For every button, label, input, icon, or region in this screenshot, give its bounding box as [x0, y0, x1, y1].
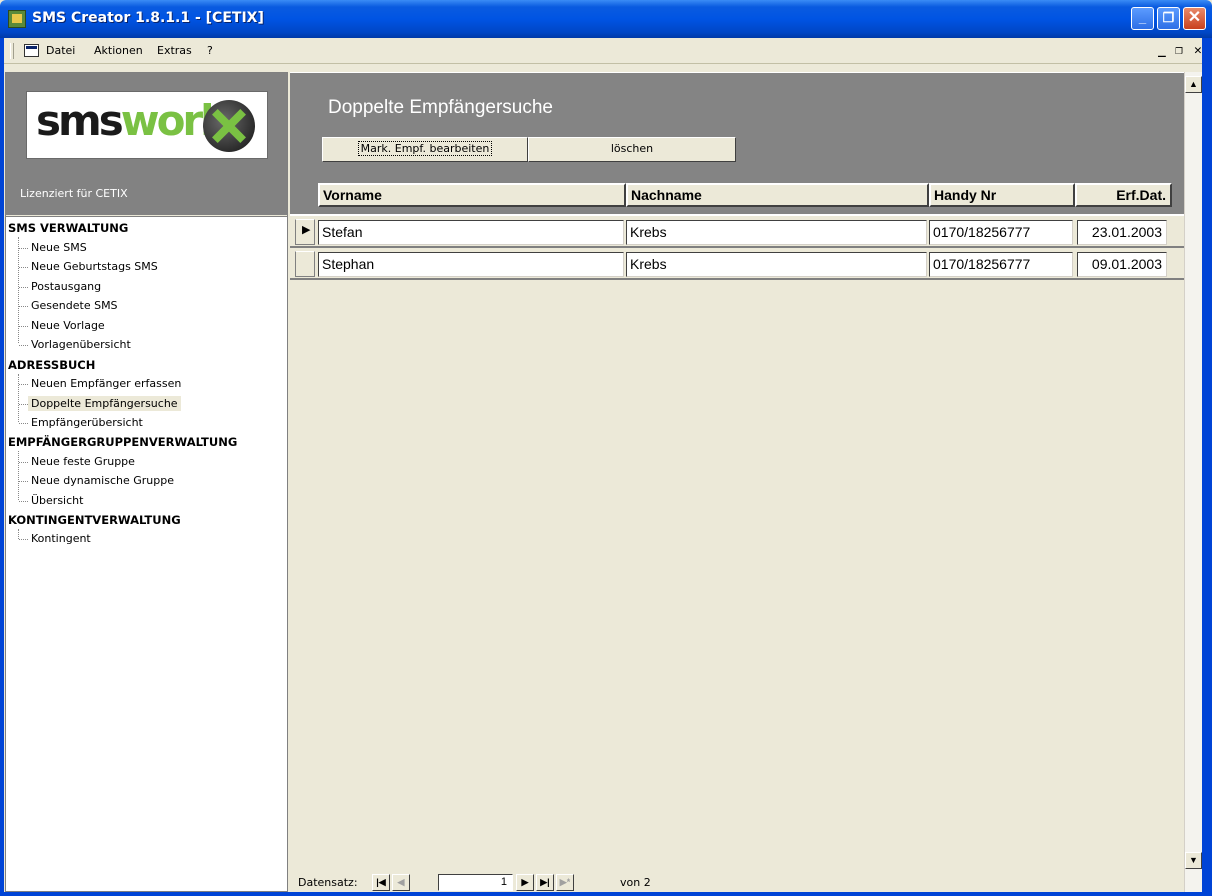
main-panel: Doppelte Empfängersuche Mark. Empf. bear…: [290, 72, 1184, 893]
column-header-vorname[interactable]: Vorname: [318, 183, 626, 207]
tree-item-neue-vorlage[interactable]: Neue Vorlage: [28, 318, 108, 333]
record-selector[interactable]: ▶: [295, 219, 315, 245]
mdi-minimize-button[interactable]: _: [1158, 43, 1166, 58]
first-record-button[interactable]: |◀: [372, 874, 390, 891]
new-record-button[interactable]: ▶*: [556, 874, 574, 891]
tree-item-vorlagenuebersicht[interactable]: Vorlagenübersicht: [28, 337, 134, 352]
menu-extras[interactable]: Extras: [157, 44, 192, 57]
menu-help[interactable]: ?: [207, 44, 213, 57]
tree-item-postausgang[interactable]: Postausgang: [28, 279, 104, 294]
record-count: von 2: [620, 876, 651, 889]
tree-item-neue-dynamische-gruppe[interactable]: Neue dynamische Gruppe: [28, 473, 177, 488]
cell-erfdat[interactable]: 09.01.2003: [1077, 252, 1167, 277]
cell-handy[interactable]: 0170/18256777: [929, 220, 1073, 245]
menu-datei[interactable]: Datei: [46, 44, 75, 57]
maximize-button[interactable]: ❐: [1157, 7, 1180, 30]
column-header-nachname[interactable]: Nachname: [626, 183, 929, 207]
mdi-restore-button[interactable]: ❐: [1175, 43, 1183, 58]
nav-header: smswork Lizenziert für CETIX: [6, 73, 287, 215]
menu-aktionen[interactable]: Aktionen: [94, 44, 143, 57]
tree-section-sms-verwaltung[interactable]: SMS VERWALTUNG: [8, 221, 128, 235]
table-row: Stephan Krebs 0170/18256777 09.01.2003: [290, 248, 1184, 280]
license-label: Lizenziert für CETIX: [20, 187, 128, 200]
logo-text: smswork: [36, 96, 228, 145]
vertical-scrollbar[interactable]: ▲ ▼: [1184, 72, 1202, 892]
close-button[interactable]: ✕: [1183, 7, 1206, 30]
cell-erfdat[interactable]: 23.01.2003: [1077, 220, 1167, 245]
next-record-button[interactable]: ▶: [516, 874, 534, 891]
previous-record-button[interactable]: ◀: [392, 874, 410, 891]
page-title: Doppelte Empfängersuche: [328, 97, 553, 118]
minimize-button[interactable]: _: [1131, 7, 1154, 30]
app-icon[interactable]: [8, 10, 26, 28]
cell-nachname[interactable]: Krebs: [626, 252, 927, 277]
menu-bar: Datei Aktionen Extras ? _ ❐ ✕: [0, 38, 1212, 64]
tree-section-adressbuch[interactable]: ADRESSBUCH: [8, 358, 95, 372]
cell-vorname[interactable]: Stephan: [318, 252, 624, 277]
tree-item-empfaengeruebersicht[interactable]: Empfängerübersicht: [28, 415, 146, 430]
table-row: ▶ Stefan Krebs 0170/18256777 23.01.2003: [290, 216, 1184, 248]
window-title: SMS Creator 1.8.1.1 - [CETIX]: [32, 10, 264, 26]
window-frame-left: [0, 38, 4, 896]
tree-item-neuen-empfaenger[interactable]: Neuen Empfänger erfassen: [28, 376, 184, 391]
mdi-close-button[interactable]: ✕: [1194, 43, 1202, 58]
navigation-tree: SMS VERWALTUNG Neue SMS Neue Geburtstags…: [6, 216, 287, 891]
tree-item-neue-feste-gruppe[interactable]: Neue feste Gruppe: [28, 454, 138, 469]
cell-nachname[interactable]: Krebs: [626, 220, 927, 245]
window-frame-bottom: [0, 892, 1212, 896]
record-navigation-bar: Datensatz: |◀ ◀ 1 ▶ ▶| ▶* von 2: [290, 871, 1184, 893]
tree-item-uebersicht[interactable]: Übersicht: [28, 493, 86, 508]
scroll-down-button[interactable]: ▼: [1185, 852, 1202, 869]
delete-button[interactable]: löschen: [528, 137, 736, 162]
window-frame-right: [1202, 38, 1212, 896]
edit-marked-recipient-button[interactable]: Mark. Empf. bearbeiten: [322, 137, 528, 162]
column-header-erfdat[interactable]: Erf.Dat.: [1075, 183, 1172, 207]
cell-vorname[interactable]: Stefan: [318, 220, 624, 245]
smsworkx-logo: smswork: [26, 91, 268, 159]
logo-x-icon: [203, 100, 255, 152]
column-header-handy[interactable]: Handy Nr: [929, 183, 1075, 207]
record-list: ▶ Stefan Krebs 0170/18256777 23.01.2003 …: [290, 214, 1184, 880]
document-icon[interactable]: [24, 44, 39, 57]
record-selector[interactable]: [295, 251, 315, 277]
record-label: Datensatz:: [298, 876, 358, 889]
toolbar-grip[interactable]: [10, 43, 14, 59]
last-record-button[interactable]: ▶|: [536, 874, 554, 891]
scroll-up-button[interactable]: ▲: [1185, 76, 1202, 93]
tree-item-neue-geburtstags-sms[interactable]: Neue Geburtstags SMS: [28, 259, 161, 274]
title-bar: SMS Creator 1.8.1.1 - [CETIX] _ ❐ ✕: [0, 0, 1212, 38]
tree-section-kontingentverwaltung[interactable]: KONTINGENTVERWALTUNG: [8, 513, 181, 527]
tree-section-gruppenverwaltung[interactable]: EMPFÄNGERGRUPPENVERWALTUNG: [8, 435, 237, 449]
navigation-panel: smswork Lizenziert für CETIX SMS VERWALT…: [5, 72, 288, 892]
current-record-icon: ▶: [302, 224, 311, 236]
tree-item-gesendete-sms[interactable]: Gesendete SMS: [28, 298, 121, 313]
tree-item-doppelte-empfaengersuche[interactable]: Doppelte Empfängersuche: [28, 396, 181, 411]
tree-item-neue-sms[interactable]: Neue SMS: [28, 240, 90, 255]
cell-handy[interactable]: 0170/18256777: [929, 252, 1073, 277]
tree-item-kontingent[interactable]: Kontingent: [28, 531, 94, 546]
current-record-field[interactable]: 1: [438, 874, 513, 891]
